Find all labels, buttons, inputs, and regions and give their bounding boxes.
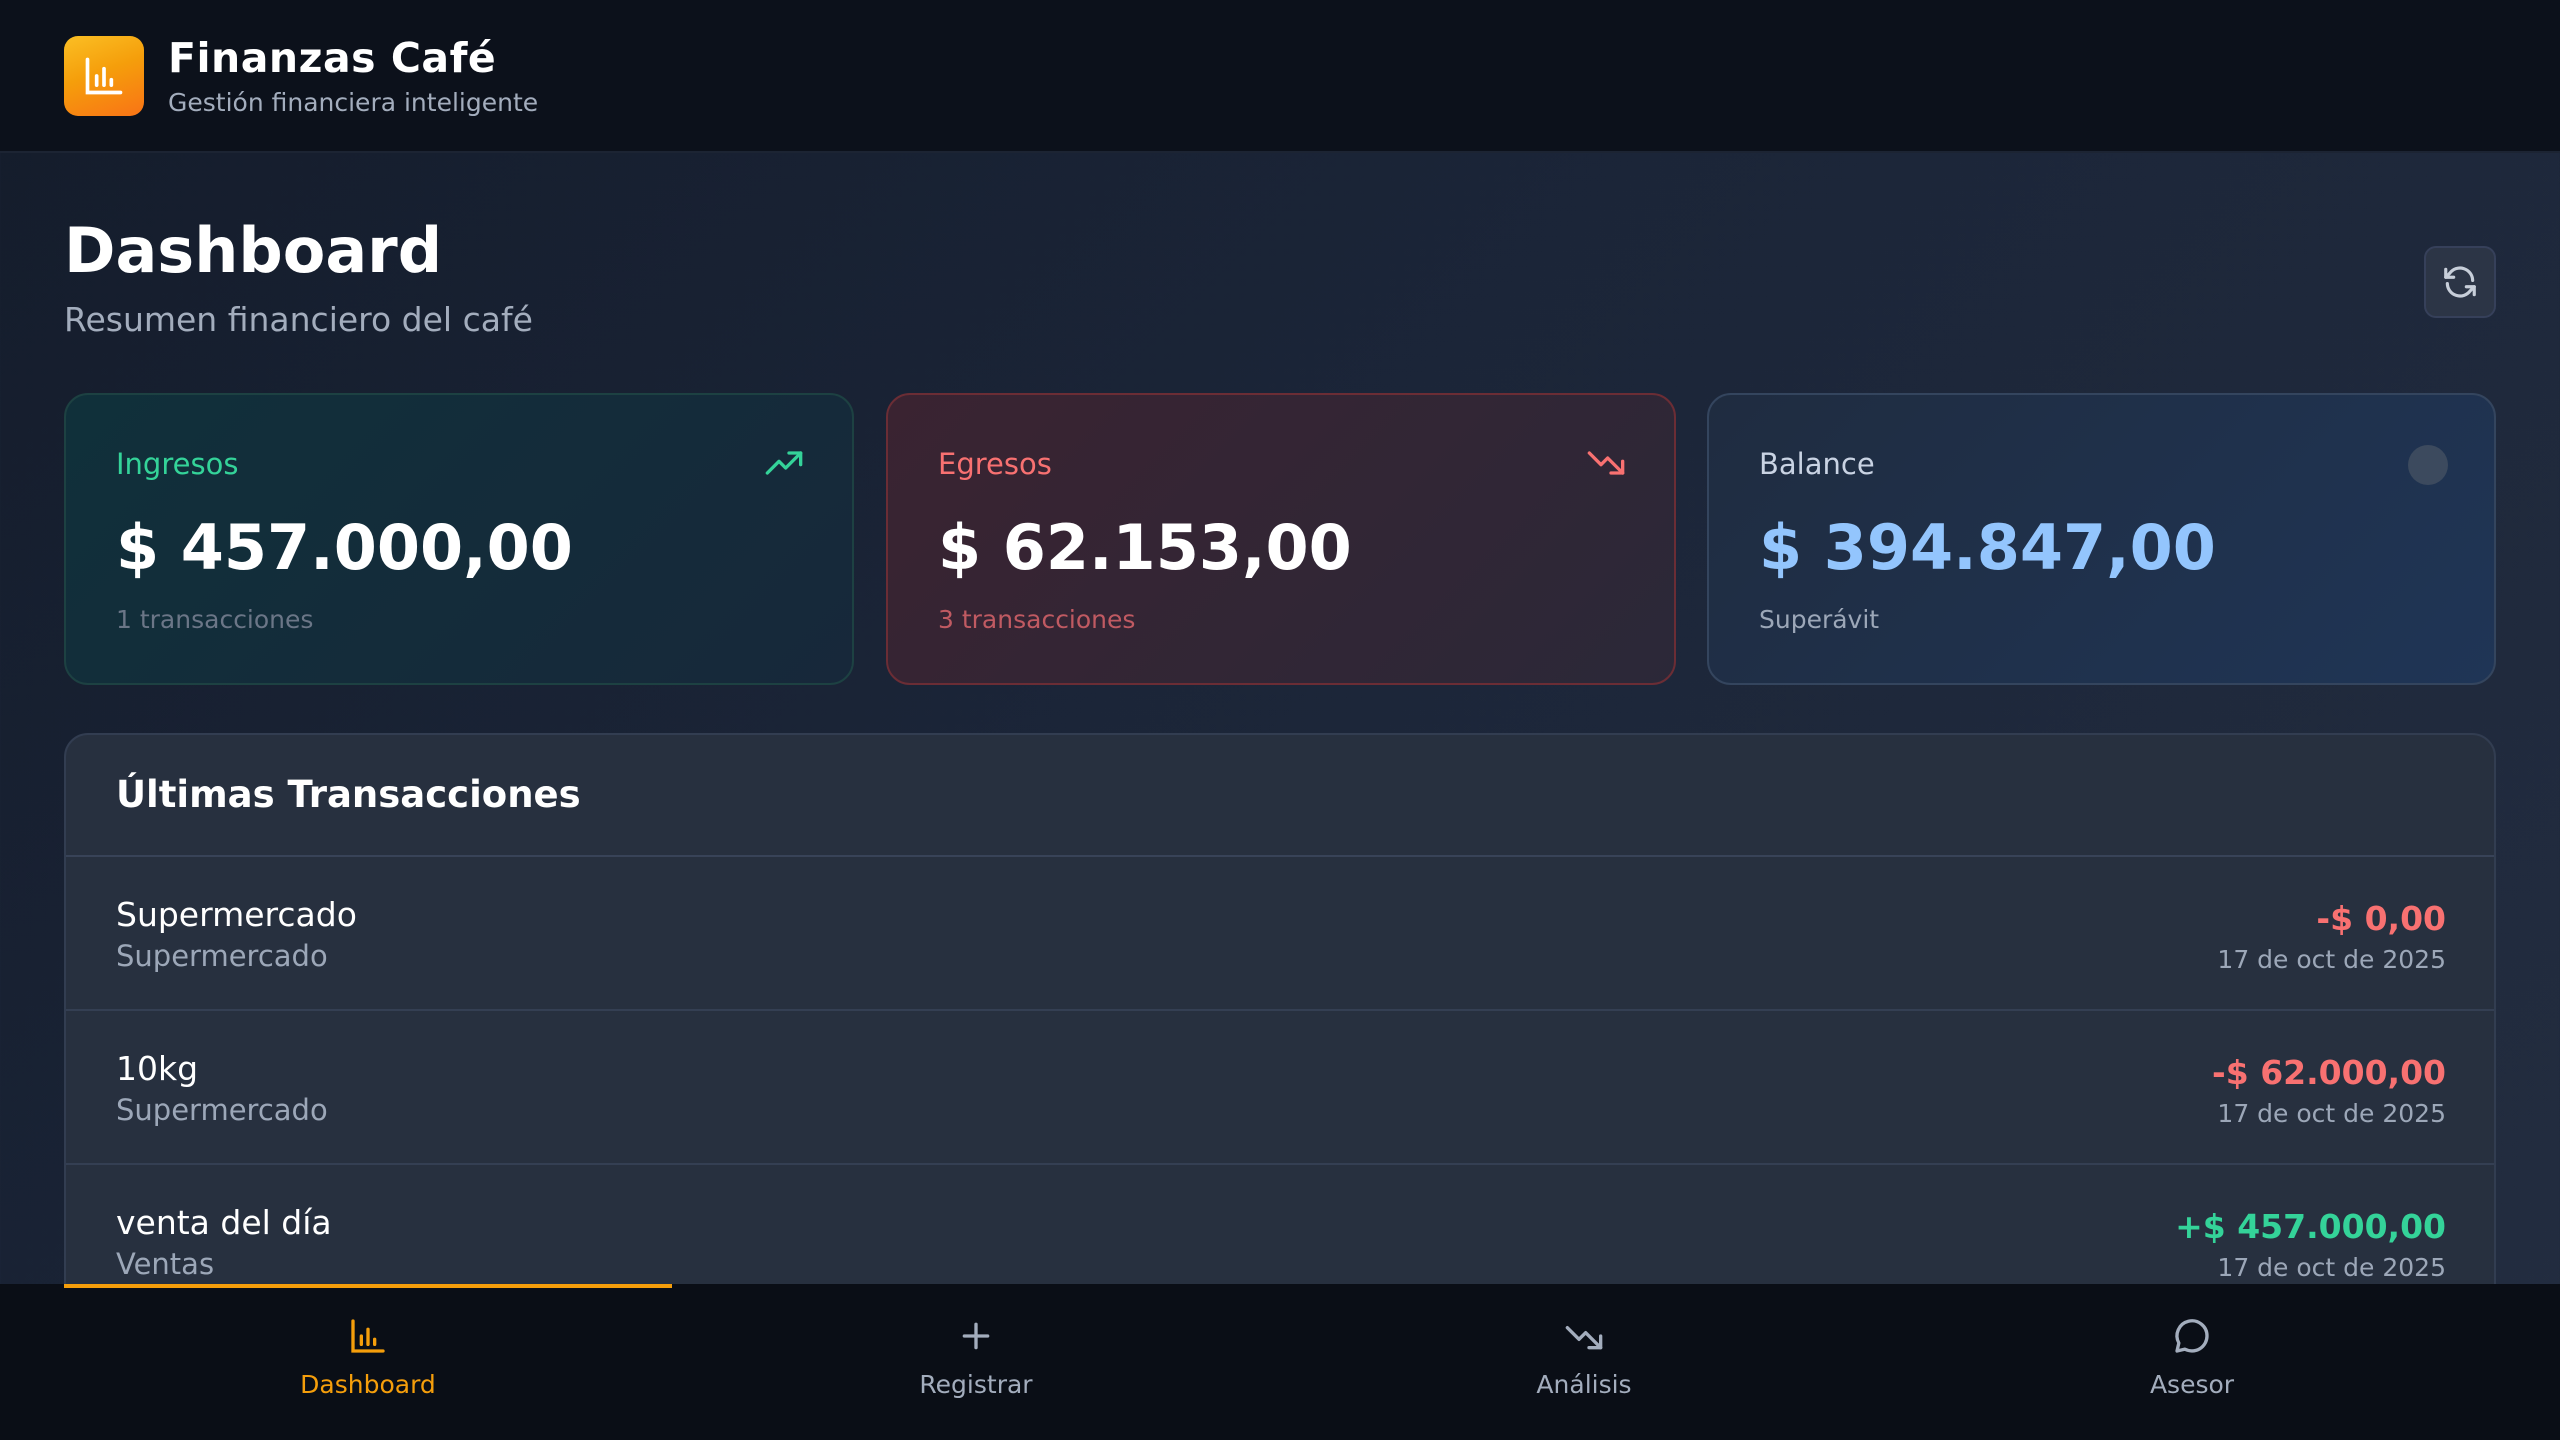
app-subtitle: Gestión financiera inteligente — [168, 88, 539, 117]
expense-label: Egresos — [938, 447, 1052, 481]
chat-bubble-icon — [2175, 1319, 2209, 1353]
balance-meta: Superávit — [1759, 605, 1880, 634]
trending-down-icon — [1565, 1326, 1603, 1350]
nav-label: Asesor — [2149, 1370, 2235, 1399]
refresh-button[interactable] — [2424, 246, 2496, 318]
status-dot-icon — [2408, 445, 2448, 485]
expense-value: $ 62.153,00 — [938, 511, 1352, 584]
page-title: Dashboard — [64, 214, 443, 287]
expense-card: Egresos $ 62.153,00 3 transacciones — [886, 393, 1676, 685]
trending-up-icon — [762, 445, 806, 481]
income-meta: 1 transacciones — [116, 605, 314, 634]
bar-chart-icon — [351, 1319, 385, 1353]
nav-label: Análisis — [1536, 1370, 1632, 1399]
transaction-name: 10kg — [116, 1049, 199, 1088]
app-title: Finanzas Café — [168, 34, 497, 82]
transaction-date: 17 de oct de 2025 — [2217, 1253, 2446, 1282]
transaction-amount: -$ 0,00 — [2316, 899, 2446, 938]
transaction-row[interactable]: Supermercado Supermercado -$ 0,00 17 de … — [66, 857, 2494, 1011]
expense-meta: 3 transacciones — [938, 605, 1136, 634]
transaction-category: Ventas — [116, 1247, 215, 1281]
balance-value: $ 394.847,00 — [1759, 511, 2216, 584]
nav-analisis[interactable]: Análisis — [1280, 1284, 1888, 1440]
nav-registrar[interactable]: Registrar — [672, 1284, 1280, 1440]
transaction-name: Supermercado — [116, 895, 357, 934]
transactions-title: Últimas Transacciones — [116, 773, 581, 816]
balance-label: Balance — [1759, 447, 1875, 481]
page-subtitle: Resumen financiero del café — [64, 300, 533, 339]
transaction-row[interactable]: 10kg Supermercado -$ 62.000,00 17 de oct… — [66, 1011, 2494, 1165]
plus-icon — [962, 1322, 990, 1350]
nav-asesor[interactable]: Asesor — [1888, 1284, 2496, 1440]
income-card: Ingresos $ 457.000,00 1 transacciones — [64, 393, 854, 685]
refresh-icon — [2444, 266, 2476, 298]
nav-label: Dashboard — [300, 1370, 436, 1399]
income-label: Ingresos — [116, 447, 239, 481]
app-logo — [64, 36, 144, 116]
balance-card: Balance $ 394.847,00 Superávit — [1707, 393, 2496, 685]
transaction-date: 17 de oct de 2025 — [2217, 1099, 2446, 1128]
nav-label: Registrar — [919, 1370, 1033, 1399]
trending-down-icon — [1584, 445, 1628, 481]
nav-dashboard[interactable]: Dashboard — [64, 1284, 672, 1440]
top-bar: Finanzas Café Gestión financiera intelig… — [0, 0, 2560, 153]
transaction-amount: -$ 62.000,00 — [2212, 1053, 2446, 1092]
transaction-date: 17 de oct de 2025 — [2217, 945, 2446, 974]
transaction-name: venta del día — [116, 1203, 332, 1242]
transaction-amount: +$ 457.000,00 — [2175, 1207, 2446, 1246]
transaction-category: Supermercado — [116, 939, 328, 973]
bottom-navigation: Dashboard Registrar Análisis Asesor — [0, 1284, 2560, 1440]
transaction-category: Supermercado — [116, 1093, 328, 1127]
bar-chart-icon — [85, 57, 123, 95]
income-value: $ 457.000,00 — [116, 511, 573, 584]
